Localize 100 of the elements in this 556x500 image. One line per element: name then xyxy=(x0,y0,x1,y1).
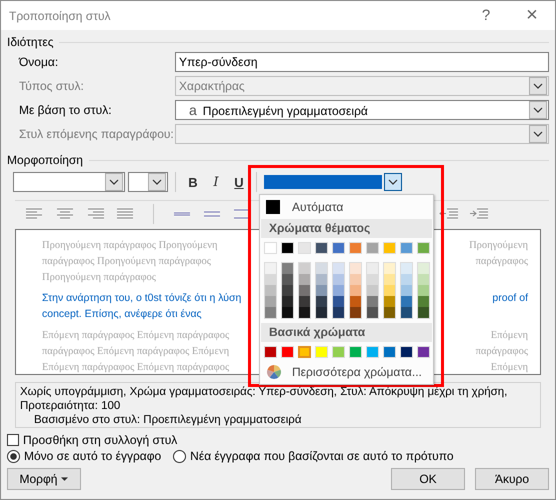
ok-button[interactable]: OK xyxy=(391,468,465,490)
radio-label: Μόνο σε αυτό το έγγραφο xyxy=(24,449,162,463)
color-swatch[interactable] xyxy=(316,307,327,318)
color-swatch[interactable] xyxy=(418,285,429,296)
increase-indent-icon[interactable] xyxy=(469,207,489,221)
color-swatch[interactable] xyxy=(384,296,395,307)
color-swatch[interactable] xyxy=(401,307,412,318)
color-swatch[interactable] xyxy=(316,285,327,296)
close-button[interactable]: × xyxy=(509,4,555,27)
window-title: Τροποποίηση στυλ xyxy=(9,8,112,22)
color-swatch[interactable] xyxy=(350,307,361,318)
color-swatch[interactable] xyxy=(265,285,276,296)
font-color-button[interactable] xyxy=(264,175,382,189)
color-swatch[interactable] xyxy=(367,296,378,307)
cancel-button[interactable]: Άκυρο xyxy=(475,468,549,490)
color-swatch[interactable] xyxy=(350,263,361,274)
color-swatch[interactable] xyxy=(265,307,276,318)
align-right-icon[interactable] xyxy=(85,207,105,221)
preview-text: Προηγούμενη παράγραφος xyxy=(42,272,156,285)
color-swatch[interactable] xyxy=(384,307,395,318)
chevron-down-icon[interactable] xyxy=(384,173,402,191)
color-swatch[interactable] xyxy=(299,296,310,307)
color-swatch[interactable] xyxy=(418,296,429,307)
preview-text: Προηγούμενη xyxy=(469,240,528,253)
preview-text: Επόμενη xyxy=(490,330,528,343)
color-swatch[interactable] xyxy=(282,285,293,296)
color-swatch[interactable] xyxy=(299,307,310,318)
italic-button[interactable]: I xyxy=(206,174,226,190)
color-swatch[interactable] xyxy=(282,274,293,285)
help-button[interactable]: ? xyxy=(463,7,509,24)
color-swatch[interactable] xyxy=(401,263,412,274)
color-swatch[interactable] xyxy=(265,263,276,274)
color-swatch[interactable] xyxy=(299,274,310,285)
checkbox-label: Προσθήκη στη συλλογή στυλ xyxy=(23,433,178,447)
field-label: Στυλ επόμενης παραγράφου: xyxy=(18,127,175,141)
chevron-down-icon xyxy=(148,173,166,191)
color-swatch[interactable] xyxy=(350,296,361,307)
color-swatch[interactable] xyxy=(333,296,344,307)
color-swatch[interactable] xyxy=(299,285,310,296)
color-swatch[interactable] xyxy=(265,274,276,285)
chevron-down-icon xyxy=(529,101,547,119)
color-swatch[interactable] xyxy=(282,263,293,274)
name-field[interactable]: Υπερ-σύνδεση xyxy=(175,52,549,72)
field-label: Όνομα: xyxy=(18,55,60,69)
preview-text: παράγραφος xyxy=(476,346,528,359)
color-wheel-icon xyxy=(266,364,282,380)
chevron-down-icon xyxy=(529,125,547,143)
preview-text: Επόμενη παράγραφος Επόμενη παράγραφος xyxy=(42,330,230,343)
color-swatch[interactable] xyxy=(333,274,344,285)
color-swatch[interactable] xyxy=(418,274,429,285)
color-swatch[interactable] xyxy=(333,263,344,274)
checkbox[interactable] xyxy=(7,434,19,446)
preview-text: παράγραφος Επόμενη παράγραφος Επόμενη xyxy=(42,346,230,359)
color-swatch[interactable] xyxy=(299,263,310,274)
menu-heading: Βασικά χρώματα xyxy=(261,323,432,342)
menu-heading: Χρώματα θέματος xyxy=(261,219,432,238)
preview-text: Προηγούμενη παράγραφος Προηγούμενη xyxy=(42,240,218,253)
description-text: Βασισμένο στο στυλ: Προεπιλεγμένη γραμματοσειρά xyxy=(33,413,302,427)
color-swatch[interactable] xyxy=(384,263,395,274)
color-swatch[interactable] xyxy=(401,274,412,285)
color-swatch[interactable] xyxy=(350,274,361,285)
align-left-icon[interactable] xyxy=(25,207,45,221)
color-swatch[interactable] xyxy=(418,307,429,318)
color-swatch[interactable] xyxy=(265,296,276,307)
color-swatch[interactable] xyxy=(333,285,344,296)
color-swatch[interactable] xyxy=(333,307,344,318)
chevron-down-icon xyxy=(105,173,123,191)
align-center-icon[interactable] xyxy=(55,207,75,221)
bold-button[interactable]: B xyxy=(183,174,203,190)
color-swatch[interactable] xyxy=(282,307,293,318)
underline-button[interactable]: U xyxy=(229,174,249,190)
color-swatch[interactable] xyxy=(367,285,378,296)
color-swatch[interactable] xyxy=(418,263,429,274)
font-dropdown[interactable] xyxy=(13,172,125,192)
caret-icon xyxy=(61,476,68,482)
color-swatch[interactable] xyxy=(367,274,378,285)
color-swatch[interactable] xyxy=(316,263,327,274)
color-swatch[interactable] xyxy=(384,285,395,296)
size-dropdown[interactable] xyxy=(128,172,168,192)
color-swatch[interactable] xyxy=(316,296,327,307)
color-swatch[interactable] xyxy=(282,296,293,307)
more-colors-item[interactable]: Περισσότερα χρώματα... xyxy=(260,362,433,382)
radio-button[interactable] xyxy=(7,450,20,462)
decrease-indent-icon[interactable] xyxy=(439,207,459,221)
color-swatch[interactable] xyxy=(384,274,395,285)
format-menu-button[interactable]: Μορφή xyxy=(7,468,81,490)
color-swatch[interactable] xyxy=(401,296,412,307)
color-swatch[interactable] xyxy=(367,307,378,318)
dropdown-field[interactable]: a Προεπιλεγμένη γραμματοσειρά xyxy=(175,100,549,120)
radio-label: Νέα έγγραφα που βασίζονται σε αυτό το πρότυπο xyxy=(190,449,454,463)
field-label: Τύπος στυλ: xyxy=(18,79,85,93)
radio-button[interactable] xyxy=(173,450,186,462)
preview-text: Επόμενη παράγραφος Επόμενη παράγραφος xyxy=(42,362,230,375)
justify-icon[interactable] xyxy=(115,207,135,221)
color-swatch[interactable] xyxy=(367,263,378,274)
color-swatch[interactable] xyxy=(298,346,311,358)
color-swatch[interactable] xyxy=(350,285,361,296)
color-swatch[interactable] xyxy=(316,274,327,285)
color-swatch[interactable] xyxy=(401,285,412,296)
automatic-color-item[interactable]: Αυτόματα xyxy=(260,195,433,219)
